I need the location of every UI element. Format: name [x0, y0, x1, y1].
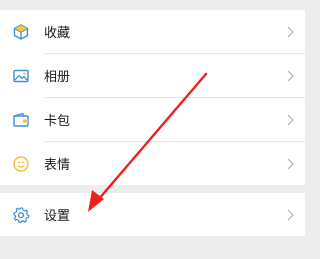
menu-item-cards[interactable]: 卡包	[0, 98, 305, 141]
cube-icon	[12, 23, 30, 41]
wallet-icon	[12, 111, 30, 129]
menu-item-stickers[interactable]: 表情	[0, 142, 305, 185]
menu-item-favorites[interactable]: 收藏	[0, 10, 305, 53]
settings-label: 设置	[44, 209, 71, 224]
chevron-right-icon	[285, 69, 295, 83]
menu-item-album[interactable]: 相册	[0, 54, 305, 97]
gear-icon	[12, 206, 30, 224]
photo-icon	[12, 67, 30, 85]
emoji-icon	[12, 155, 30, 173]
top-spacer	[0, 0, 305, 10]
menu-group-settings: 设置	[0, 193, 305, 236]
menu-item-label: 卡包	[44, 114, 71, 129]
menu-group-main: 收藏 相册 卡包 表情	[0, 10, 305, 185]
chevron-right-icon	[285, 25, 295, 39]
chevron-right-icon	[285, 113, 295, 127]
menu-item-label: 表情	[44, 158, 71, 173]
menu-item-label: 收藏	[44, 26, 71, 41]
menu-item-settings[interactable]: 设置	[0, 193, 305, 236]
chevron-right-icon	[285, 208, 295, 222]
section-spacer	[0, 185, 305, 193]
menu-item-label: 相册	[44, 70, 71, 85]
chevron-right-icon	[285, 157, 295, 171]
